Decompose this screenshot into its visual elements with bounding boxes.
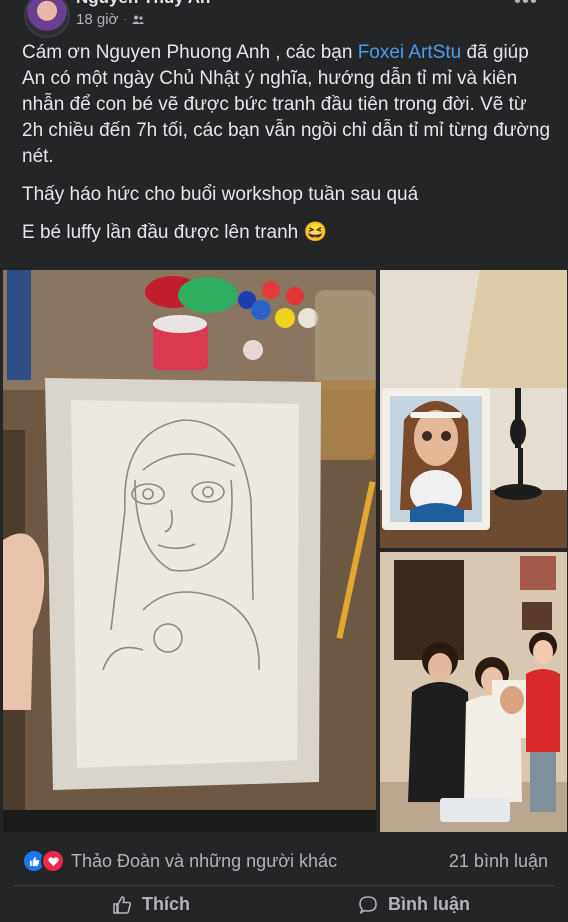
comment-icon — [359, 895, 377, 914]
separator-dot: · — [123, 14, 127, 25]
photo-sketch-art — [3, 270, 376, 832]
post-meta: 18 giờ · — [76, 11, 144, 28]
photo-group-art — [380, 552, 567, 832]
photo-painting-art — [380, 270, 567, 548]
love-reaction-icon — [41, 849, 65, 873]
paragraph-3: E bé luffy lần đầu được lên tranh 😆 — [22, 222, 328, 243]
paragraph-2: Thấy háo hức cho buổi workshop tuần sau … — [22, 184, 419, 205]
thumbs-up-icon — [113, 895, 132, 914]
photo-painting[interactable] — [380, 270, 567, 548]
mention-link[interactable]: Foxei ArtStu — [358, 42, 462, 63]
paragraph-1: Cám ơn Nguyen Phuong Anh , các bạn Foxei… — [22, 40, 552, 170]
thumbs-up-icon — [29, 856, 39, 866]
reactions-text[interactable]: Thảo Đoàn và những người khác — [71, 851, 337, 872]
post-text: Cám ơn Nguyen Phuong Anh , các bạn Foxei… — [22, 40, 552, 258]
footer-divider — [14, 885, 554, 886]
reactions-row: Thảo Đoàn và những người khác 21 bình lu… — [22, 846, 548, 876]
post-header: Nguyen Thuy An 18 giờ · ••• — [0, 0, 568, 38]
reaction-icons[interactable] — [22, 849, 65, 873]
like-label: Thích — [142, 894, 190, 914]
post-time[interactable]: 18 giờ — [76, 11, 118, 28]
author-avatar[interactable] — [24, 0, 70, 38]
heart-icon — [47, 856, 59, 866]
more-options-icon[interactable]: ••• — [514, 0, 538, 13]
friends-icon — [131, 15, 144, 24]
comments-count[interactable]: 21 bình luận — [449, 851, 548, 872]
photo-group[interactable] — [380, 552, 567, 832]
author-name[interactable]: Nguyen Thuy An — [76, 0, 210, 8]
comment-label: Bình luận — [388, 894, 470, 914]
like-button[interactable]: Thích — [112, 894, 190, 915]
facebook-post: Nguyen Thuy An 18 giờ · ••• Cám ơn Nguye… — [0, 0, 568, 914]
comment-button[interactable]: Bình luận — [358, 894, 470, 915]
paragraph-1-start: Cám ơn Nguyen Phuong Anh , các bạn — [22, 42, 358, 63]
photo-sketch[interactable] — [3, 270, 376, 832]
post-actions: Thích Bình luận — [0, 892, 568, 922]
